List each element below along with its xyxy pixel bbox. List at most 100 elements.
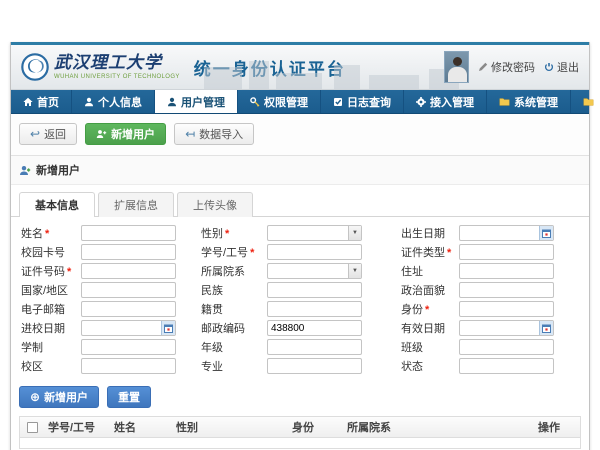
id-number-input[interactable] <box>81 263 176 279</box>
status-input[interactable] <box>459 358 554 374</box>
campus-input[interactable] <box>81 358 176 374</box>
grade-label: 年级 <box>201 339 267 355</box>
native-place-input[interactable] <box>267 301 362 317</box>
birth-date-label: 出生日期 <box>401 225 459 241</box>
department-label: 所属院系 <box>201 263 267 279</box>
address-input[interactable] <box>459 263 554 279</box>
change-password-link[interactable]: 修改密码 <box>478 59 535 75</box>
political-status-label: 政治面貌 <box>401 282 459 298</box>
col-operation: 操作 <box>534 419 580 435</box>
valid-date-label: 有效日期 <box>401 320 459 336</box>
campus-label: 校区 <box>21 358 81 374</box>
enroll-date-label: 进校日期 <box>21 320 81 336</box>
table-body-empty <box>20 438 580 448</box>
folder-icon <box>499 97 510 107</box>
folder-icon <box>583 97 594 107</box>
nav-item-home[interactable]: 首页 <box>11 90 72 113</box>
gear-icon <box>416 97 426 107</box>
name-label: 姓名* <box>21 225 81 241</box>
key-icon <box>250 97 260 107</box>
nav-item-user-management[interactable]: 用户管理 <box>155 90 238 113</box>
tab-bar: 基本信息 扩展信息 上传头像 <box>11 185 589 217</box>
tab-basic-info[interactable]: 基本信息 <box>19 192 95 217</box>
home-icon <box>23 97 33 107</box>
chevron-down-icon: ▼ <box>348 226 361 240</box>
section-title: 新增用户 <box>36 162 80 178</box>
campus-card-label: 校园卡号 <box>21 244 81 260</box>
university-logotype: 武汉理工大学 WUHAN UNIVERSITY OF TECHNOLOGY <box>54 55 180 80</box>
id-number-label: 证件号码* <box>21 263 81 279</box>
class-input[interactable] <box>459 339 554 355</box>
data-import-button[interactable]: ↤ 数据导入 <box>174 123 254 145</box>
nav-item-permissions[interactable]: 权限管理 <box>238 90 321 113</box>
table-header-row: 学号/工号 姓名 性别 身份 所属院系 操作 <box>20 417 580 438</box>
new-user-button[interactable]: 新增用户 <box>85 123 166 145</box>
nav-item-subscription[interactable]: 订阅管理 <box>571 90 600 113</box>
country-input[interactable] <box>81 282 176 298</box>
ethnicity-input[interactable] <box>267 282 362 298</box>
clipboard-check-icon <box>333 97 343 107</box>
political-status-input[interactable] <box>459 282 554 298</box>
calendar-icon[interactable] <box>161 321 175 335</box>
identity-input[interactable] <box>459 301 554 317</box>
id-type-label: 证件类型* <box>401 244 459 260</box>
chevron-down-icon: ▼ <box>348 264 361 278</box>
user-avatar[interactable] <box>444 51 469 83</box>
ethnicity-label: 民族 <box>201 282 267 298</box>
nav-item-access[interactable]: 接入管理 <box>404 90 487 113</box>
nav-item-profile[interactable]: 个人信息 <box>72 90 155 113</box>
gender-label: 性别* <box>201 225 267 241</box>
header-banner: 武汉理工大学 WUHAN UNIVERSITY OF TECHNOLOGY 统一… <box>11 45 589 90</box>
col-name: 姓名 <box>110 419 172 435</box>
power-icon <box>544 62 554 72</box>
app-window: 武汉理工大学 WUHAN UNIVERSITY OF TECHNOLOGY 统一… <box>10 42 590 450</box>
plus-circle-icon: ⊕ <box>30 391 40 403</box>
email-label: 电子邮箱 <box>21 301 81 317</box>
campus-card-input[interactable] <box>81 244 176 260</box>
basic-info-form: 姓名* 性别* ▼ 出生日期 校园卡号 学号/工号* 证件类型* 证件号码* 所… <box>11 217 589 380</box>
study-length-label: 学制 <box>21 339 81 355</box>
postal-code-label: 邮政编码 <box>201 320 267 336</box>
identity-label: 身份* <box>401 301 459 317</box>
reset-button[interactable]: 重置 <box>107 386 151 408</box>
portal-title: 统一身份认证平台 <box>194 55 346 80</box>
student-id-label: 学号/工号* <box>201 244 267 260</box>
university-name-en: WUHAN UNIVERSITY OF TECHNOLOGY <box>54 74 180 80</box>
study-length-input[interactable] <box>81 339 176 355</box>
major-label: 专业 <box>201 358 267 374</box>
col-student-id: 学号/工号 <box>44 419 110 435</box>
calendar-icon[interactable] <box>539 321 553 335</box>
col-identity: 身份 <box>288 419 343 435</box>
nav-item-logs[interactable]: 日志查询 <box>321 90 404 113</box>
col-department: 所属院系 <box>343 419 534 435</box>
nav-item-system[interactable]: 系统管理 <box>487 90 571 113</box>
address-label: 住址 <box>401 263 459 279</box>
back-button[interactable]: ↩ 返回 <box>19 123 77 145</box>
section-header: 新增用户 <box>11 156 589 185</box>
logout-link[interactable]: 退出 <box>544 59 579 75</box>
user-table: 学号/工号 姓名 性别 身份 所属院系 操作 <box>19 416 581 449</box>
import-arrow-icon: ↤ <box>185 128 195 140</box>
department-select[interactable]: ▼ <box>267 263 362 279</box>
class-label: 班级 <box>401 339 459 355</box>
grade-input[interactable] <box>267 339 362 355</box>
add-user-submit-button[interactable]: ⊕ 新增用户 <box>19 386 99 408</box>
tab-upload-avatar[interactable]: 上传头像 <box>177 192 253 217</box>
student-id-input[interactable] <box>267 244 362 260</box>
tab-extended-info[interactable]: 扩展信息 <box>98 192 174 217</box>
calendar-icon[interactable] <box>539 226 553 240</box>
person-icon <box>167 97 177 107</box>
select-all-checkbox[interactable] <box>27 422 38 433</box>
pencil-icon <box>478 62 488 72</box>
university-name-cn: 武汉理工大学 <box>54 55 180 72</box>
id-type-input[interactable] <box>459 244 554 260</box>
back-arrow-icon: ↩ <box>30 128 40 140</box>
email-input[interactable] <box>81 301 176 317</box>
postal-code-input[interactable] <box>267 320 362 336</box>
gender-select[interactable]: ▼ <box>267 225 362 241</box>
major-input[interactable] <box>267 358 362 374</box>
name-input[interactable] <box>81 225 176 241</box>
status-label: 状态 <box>401 358 459 374</box>
native-place-label: 籍贯 <box>201 301 267 317</box>
col-gender: 性别 <box>172 419 288 435</box>
